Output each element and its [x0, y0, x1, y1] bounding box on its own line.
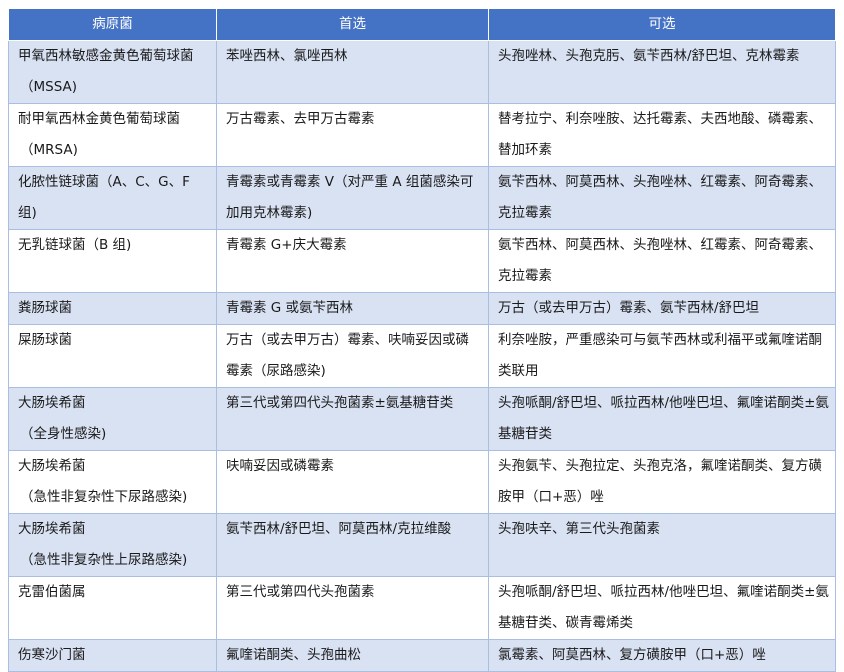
table-row: 耐甲氧西林金黄色葡萄球菌 （MRSA) 万古霉素、去甲万古霉素 替考拉宁、利奈唑胺、达… — [8, 103, 836, 167]
cell-pathogen: 耐甲氧西林金黄色葡萄球菌 （MRSA) — [8, 103, 217, 167]
cell-first-choice: 第三代或第四代头孢菌素 — [216, 576, 489, 640]
pathogen-name: 大肠埃希菌 — [18, 458, 86, 474]
cell-alternative: 头孢哌酮/舒巴坦、哌拉西林/他唑巴坦、氟喹诺酮类±氨基糖苷类、碳青霉烯类 — [488, 576, 836, 640]
cell-alternative: 替考拉宁、利奈唑胺、达托霉素、夫西地酸、磷霉素、替加环素 — [488, 103, 836, 167]
pathogen-name: 粪肠球菌 — [18, 300, 72, 316]
table-row: 伤寒沙门菌 氟喹诺酮类、头孢曲松 氯霉素、阿莫西林、复方磺胺甲（口+恶）唑 — [8, 639, 836, 672]
cell-first-choice: 万古霉素、去甲万古霉素 — [216, 103, 489, 167]
pathogen-name: 伤寒沙门菌 — [18, 647, 86, 663]
cell-alternative: 利奈唑胺，严重感染可与氨苄西林或利福平或氟喹诺酮类联用 — [488, 324, 836, 388]
cell-first-choice: 青霉素 G+庆大霉素 — [216, 229, 489, 293]
cell-pathogen: 大肠埃希菌 （急性非复杂性下尿路感染) — [8, 450, 217, 514]
cell-first-choice: 苯唑西林、氯唑西林 — [216, 40, 489, 104]
cell-alternative: 氨苄西林、阿莫西林、头孢唑林、红霉素、阿奇霉素、克拉霉素 — [488, 229, 836, 293]
pathogen-qualifier: （急性非复杂性上尿路感染) — [20, 552, 188, 568]
table-row: 大肠埃希菌 （急性非复杂性下尿路感染) 呋喃妥因或磷霉素 头孢氨苄、头孢拉定、头孢克洛… — [8, 450, 836, 514]
cell-pathogen: 无乳链球菌（B 组) — [8, 229, 217, 293]
cell-first-choice: 氟喹诺酮类、头孢曲松 — [216, 639, 489, 672]
header-pathogen: 病原菌 — [8, 9, 217, 41]
pathogen-name: 大肠埃希菌 — [18, 395, 86, 411]
cell-first-choice: 呋喃妥因或磷霉素 — [216, 450, 489, 514]
cell-pathogen: 伤寒沙门菌 — [8, 639, 217, 672]
pathogen-qualifier: （急性非复杂性下尿路感染) — [20, 489, 188, 505]
table-row: 甲氧西林敏感金黄色葡萄球菌 （MSSA) 苯唑西林、氯唑西林 头孢唑林、头孢克肟、氨苄… — [8, 40, 836, 104]
cell-alternative: 头孢氨苄、头孢拉定、头孢克洛，氟喹诺酮类、复方磺胺甲（口+恶）唑 — [488, 450, 836, 514]
cell-pathogen: 粪肠球菌 — [8, 292, 217, 325]
cell-pathogen: 大肠埃希菌 （全身性感染) — [8, 387, 217, 451]
header-row: 病原菌 首选 可选 — [8, 9, 836, 41]
cell-first-choice: 青霉素或青霉素 V（对严重 A 组菌感染可加用克林霉素) — [216, 166, 489, 230]
cell-pathogen: 屎肠球菌 — [8, 324, 217, 388]
header-first-choice: 首选 — [216, 9, 489, 41]
table-row: 大肠埃希菌 （全身性感染) 第三代或第四代头孢菌素±氨基糖苷类 头孢哌酮/舒巴坦、哌拉… — [8, 387, 836, 451]
cell-pathogen: 甲氧西林敏感金黄色葡萄球菌 （MSSA) — [8, 40, 217, 104]
cell-alternative: 万古（或去甲万古）霉素、氨苄西林/舒巴坦 — [488, 292, 836, 325]
cell-first-choice: 万古（或去甲万古）霉素、呋喃妥因或磷霉素（尿路感染) — [216, 324, 489, 388]
cell-alternative: 头孢唑林、头孢克肟、氨苄西林/舒巴坦、克林霉素 — [488, 40, 836, 104]
pathogen-qualifier: （MSSA) — [20, 79, 78, 95]
pathogen-name: 大肠埃希菌 — [18, 521, 86, 537]
cell-first-choice: 氨苄西林/舒巴坦、阿莫西林/克拉维酸 — [216, 513, 489, 577]
table-row: 屎肠球菌 万古（或去甲万古）霉素、呋喃妥因或磷霉素（尿路感染) 利奈唑胺，严重感染可… — [8, 324, 836, 388]
table-row: 粪肠球菌 青霉素 G 或氨苄西林 万古（或去甲万古）霉素、氨苄西林/舒巴坦 — [8, 292, 836, 325]
table-row: 大肠埃希菌 （急性非复杂性上尿路感染) 氨苄西林/舒巴坦、阿莫西林/克拉维酸 头孢呋辛… — [8, 513, 836, 577]
pathogen-name: 屎肠球菌 — [18, 332, 72, 348]
cell-pathogen: 大肠埃希菌 （急性非复杂性上尿路感染) — [8, 513, 217, 577]
cell-pathogen: 克雷伯菌属 — [8, 576, 217, 640]
pathogen-name: 甲氧西林敏感金黄色葡萄球菌 — [18, 48, 194, 64]
pathogen-qualifier: （MRSA) — [20, 142, 78, 158]
cell-alternative: 头孢呋辛、第三代头孢菌素 — [488, 513, 836, 577]
drug-table-container: 病原菌 首选 可选 甲氧西林敏感金黄色葡萄球菌 （MSSA) 苯唑西林、氯唑西林 头孢… — [8, 9, 836, 672]
cell-first-choice: 青霉素 G 或氨苄西林 — [216, 292, 489, 325]
pathogen-name: 无乳链球菌（B 组) — [18, 237, 132, 253]
antibiotic-selection-table: 病原菌 首选 可选 甲氧西林敏感金黄色葡萄球菌 （MSSA) 苯唑西林、氯唑西林 头孢… — [8, 9, 836, 672]
table-header: 病原菌 首选 可选 — [8, 9, 836, 41]
cell-first-choice: 第三代或第四代头孢菌素±氨基糖苷类 — [216, 387, 489, 451]
pathogen-name: 化脓性链球菌（A、C、G、F 组) — [18, 174, 190, 221]
pathogen-name: 克雷伯菌属 — [18, 584, 86, 600]
cell-alternative: 头孢哌酮/舒巴坦、哌拉西林/他唑巴坦、氟喹诺酮类±氨基糖苷类 — [488, 387, 836, 451]
header-alternative: 可选 — [488, 9, 836, 41]
table-row: 化脓性链球菌（A、C、G、F 组) 青霉素或青霉素 V（对严重 A 组菌感染可加用… — [8, 166, 836, 230]
pathogen-qualifier: （全身性感染) — [20, 426, 107, 442]
cell-alternative: 氨苄西林、阿莫西林、头孢唑林、红霉素、阿奇霉素、克拉霉素 — [488, 166, 836, 230]
table-row: 无乳链球菌（B 组) 青霉素 G+庆大霉素 氨苄西林、阿莫西林、头孢唑林、红霉素、阿… — [8, 229, 836, 293]
table-row: 克雷伯菌属 第三代或第四代头孢菌素 头孢哌酮/舒巴坦、哌拉西林/他唑巴坦、氟喹诺酮类… — [8, 576, 836, 640]
table-body: 甲氧西林敏感金黄色葡萄球菌 （MSSA) 苯唑西林、氯唑西林 头孢唑林、头孢克肟、氨苄… — [8, 40, 836, 672]
cell-alternative: 氯霉素、阿莫西林、复方磺胺甲（口+恶）唑 — [488, 639, 836, 672]
cell-pathogen: 化脓性链球菌（A、C、G、F 组) — [8, 166, 217, 230]
pathogen-name: 耐甲氧西林金黄色葡萄球菌 — [18, 111, 180, 127]
